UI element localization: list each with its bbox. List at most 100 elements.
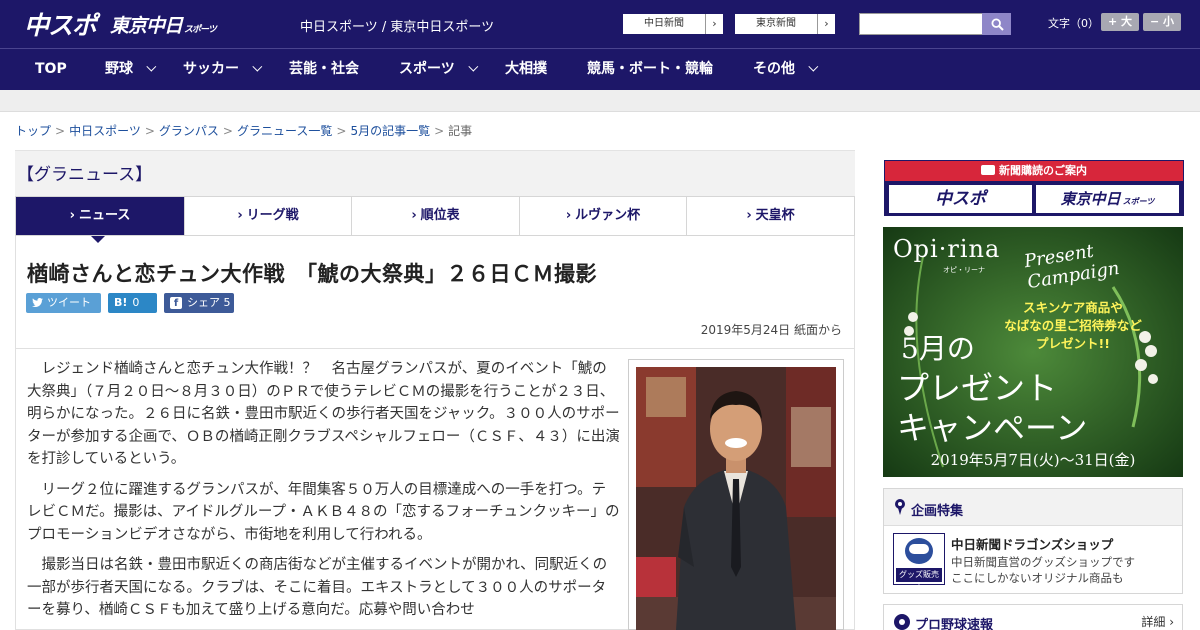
nav-label: 野球 bbox=[105, 61, 133, 77]
feature-panel-title: 企画特集 bbox=[911, 504, 964, 519]
tokyo-chunichi-logo[interactable]: 東京中日 スポーツ bbox=[110, 11, 217, 38]
nav-label: スポーツ bbox=[399, 61, 455, 77]
chevron-down-icon bbox=[808, 61, 819, 72]
breadcrumb: トップ > 中日スポーツ > グランパス > グラニュース一覧 >5月の記事一覧 > 記事 bbox=[15, 122, 472, 139]
hatena-bookmark-button[interactable]: B! 0 bbox=[108, 293, 157, 313]
twitter-bird-icon bbox=[32, 298, 43, 307]
tab-standings[interactable]: › 順位表 bbox=[352, 197, 520, 235]
breadcrumb-separator: > bbox=[144, 124, 155, 138]
tab-label: 順位表 bbox=[420, 208, 460, 223]
tweet-button[interactable]: ツイート bbox=[26, 293, 101, 313]
article-paragraph: 撮影当日は名鉄・豊田市駅近くの商店街などが主催するイベントが開かれ、同駅近くの一… bbox=[27, 557, 608, 618]
subscribe-tokyo-sub: スポーツ bbox=[1122, 197, 1155, 206]
article-dateline: 2019年5月24日 紙面から bbox=[700, 323, 842, 337]
hatena-count: 0 bbox=[132, 296, 140, 309]
article-text: レジェンド楢崎さんと恋チュン大作戦！？ 名古屋グランパスが、夏のイベント「鯱の大… bbox=[27, 358, 620, 630]
breadcrumb-news-list[interactable]: グラニュース一覧 bbox=[237, 124, 332, 138]
chevron-right-icon: › bbox=[817, 14, 835, 34]
tab-league[interactable]: › リーグ戦 bbox=[185, 197, 352, 235]
dragons-shop-description: 中日新聞直営のグッズショップです ここにしかないオリジナル商品も bbox=[951, 554, 1135, 586]
chunichi-shimbun-label: 中日新聞 bbox=[644, 18, 684, 29]
nav-item-sports[interactable]: スポーツ bbox=[399, 49, 479, 89]
article-paragraph: レジェンド楢崎さんと恋チュン大作戦！？ 名古屋グランパスが、夏のイベント「鯱の大… bbox=[27, 361, 620, 467]
tokyo-shimbun-link[interactable]: 東京新聞 › bbox=[734, 13, 836, 35]
chevron-down-icon bbox=[252, 61, 263, 72]
sub-nav-band bbox=[0, 90, 1200, 112]
article-headline: 楢崎さんと恋チュン大作戦 「鯱の大祭典」２６日ＣＭ撮影 bbox=[27, 262, 597, 286]
pin-icon bbox=[895, 499, 905, 515]
baseball-icon bbox=[894, 614, 910, 630]
subscribe-tokyo-chunichi-logo[interactable]: 東京中日 スポーツ bbox=[1036, 185, 1179, 213]
breadcrumb-separator: > bbox=[434, 124, 445, 138]
article-paragraph: リーグ２位に躍進するグランパスが、年間集客５０万人の目標達成への一手を打つ。テレ… bbox=[27, 481, 620, 543]
chevron-down-icon bbox=[146, 61, 157, 72]
shop-desc-line: ここにしかないオリジナル商品も bbox=[951, 571, 1124, 585]
font-smaller-button[interactable]: − 小 bbox=[1143, 13, 1181, 31]
chunichi-shimbun-link[interactable]: 中日新聞 › bbox=[622, 13, 724, 35]
tokyo-logo-text: 東京中日 bbox=[110, 15, 183, 37]
ad-promo: スキンケア商品や なばなの里ご招待券など プレゼント!! bbox=[973, 299, 1173, 353]
chevron-right-icon: › bbox=[237, 208, 243, 223]
chevron-right-icon: › bbox=[411, 208, 417, 223]
news-tabs: › ニュース › リーグ戦 › 順位表 › ルヴァン杯 › 天皇杯 bbox=[15, 196, 855, 236]
search-icon bbox=[991, 18, 1004, 31]
ad-promo-line: プレゼント!! bbox=[1036, 336, 1110, 351]
nav-item-racing[interactable]: 競馬・ボート・競輪 bbox=[587, 49, 713, 89]
breadcrumb-grampus[interactable]: グランパス bbox=[159, 124, 219, 138]
chevron-right-icon: › bbox=[746, 208, 752, 223]
article-photo[interactable] bbox=[636, 367, 836, 630]
shop-desc-line: 中日新聞直営のグッズショップです bbox=[951, 555, 1135, 569]
ad-brand-sub: オピ・リーナ bbox=[943, 266, 985, 274]
tab-news[interactable]: › ニュース bbox=[16, 197, 185, 235]
facebook-share-label: シェア 5 bbox=[187, 296, 231, 309]
tokyo-logo-sub: スポーツ bbox=[184, 25, 217, 35]
breadcrumb-current: 記事 bbox=[448, 124, 473, 138]
breadcrumb-chuspo[interactable]: 中日スポーツ bbox=[69, 124, 141, 138]
section-title: 【グラニュース】 bbox=[17, 165, 153, 185]
tab-emperors-cup[interactable]: › 天皇杯 bbox=[687, 197, 854, 235]
breadcrumb-may-list[interactable]: 5月の記事一覧 bbox=[350, 124, 430, 138]
breadcrumb-separator: > bbox=[336, 124, 347, 138]
active-tab-pointer bbox=[91, 236, 105, 243]
subscription-heading-text: 新聞購読のご案内 bbox=[999, 164, 1087, 177]
dragons-shop-thumbnail[interactable]: グッズ販売中 bbox=[893, 533, 945, 593]
ad-date: 2019年5月7日(火)〜31日(金) bbox=[930, 451, 1136, 469]
nav-item-baseball[interactable]: 野球 bbox=[105, 49, 157, 89]
facebook-share-button[interactable]: f シェア 5 bbox=[164, 293, 234, 313]
ad-headline-month: 5月の bbox=[901, 332, 975, 365]
breadcrumb-separator: > bbox=[55, 124, 66, 138]
breadcrumb-separator: > bbox=[222, 124, 233, 138]
font-larger-button[interactable]: + 大 bbox=[1101, 13, 1139, 31]
nav-item-entertainment[interactable]: 芸能・社会 bbox=[289, 49, 359, 89]
tab-label: ニュース bbox=[79, 208, 131, 223]
nav-item-sumo[interactable]: 大相撲 bbox=[505, 49, 547, 89]
search-input[interactable] bbox=[859, 13, 983, 35]
tab-levain-cup[interactable]: › ルヴァン杯 bbox=[520, 197, 687, 235]
nav-label: 芸能・社会 bbox=[289, 61, 359, 77]
nav-item-soccer[interactable]: サッカー bbox=[183, 49, 263, 89]
player-photo-illustration bbox=[636, 367, 836, 630]
nav-label: 競馬・ボート・競輪 bbox=[587, 61, 713, 77]
nav-label: 大相撲 bbox=[505, 61, 547, 77]
breadcrumb-top[interactable]: トップ bbox=[15, 124, 51, 138]
subscribe-tokyo-text: 東京中日 bbox=[1060, 190, 1121, 208]
search-button[interactable] bbox=[982, 13, 1011, 35]
goods-sale-tag: グッズ販売中 bbox=[896, 568, 942, 593]
mascot-eyes bbox=[909, 544, 929, 554]
opirina-ad-banner[interactable]: Opi·rina オピ・リーナ Present Campaign スキンケア商品… bbox=[883, 227, 1183, 477]
subscription-heading: 新聞購読のご案内 bbox=[885, 161, 1183, 181]
ad-promo-line: スキンケア商品や bbox=[1023, 300, 1123, 315]
feature-panel-header: 企画特集 bbox=[884, 489, 1182, 526]
chevron-right-icon: › bbox=[705, 14, 723, 34]
nav-item-top[interactable]: TOP bbox=[35, 49, 67, 89]
nav-item-other[interactable]: その他 bbox=[753, 49, 819, 89]
subscribe-chuspo-logo[interactable]: 中スポ bbox=[889, 185, 1032, 213]
chevron-down-icon bbox=[468, 61, 479, 72]
facebook-icon: f bbox=[170, 297, 182, 309]
baseball-detail-link[interactable]: 詳細 › bbox=[1141, 613, 1174, 630]
main-nav: TOP 野球 サッカー 芸能・社会 スポーツ 大相撲 競馬・ボート・競輪 その他 bbox=[0, 48, 1200, 90]
nav-label: サッカー bbox=[183, 61, 239, 77]
dragons-shop-link[interactable]: 中日新聞ドラゴンズショップ bbox=[951, 534, 1113, 553]
newspaper-subscription-banner[interactable]: 新聞購読のご案内 中スポ 東京中日 スポーツ bbox=[884, 160, 1184, 216]
chuspo-logo[interactable]: 中スポ bbox=[24, 6, 97, 42]
